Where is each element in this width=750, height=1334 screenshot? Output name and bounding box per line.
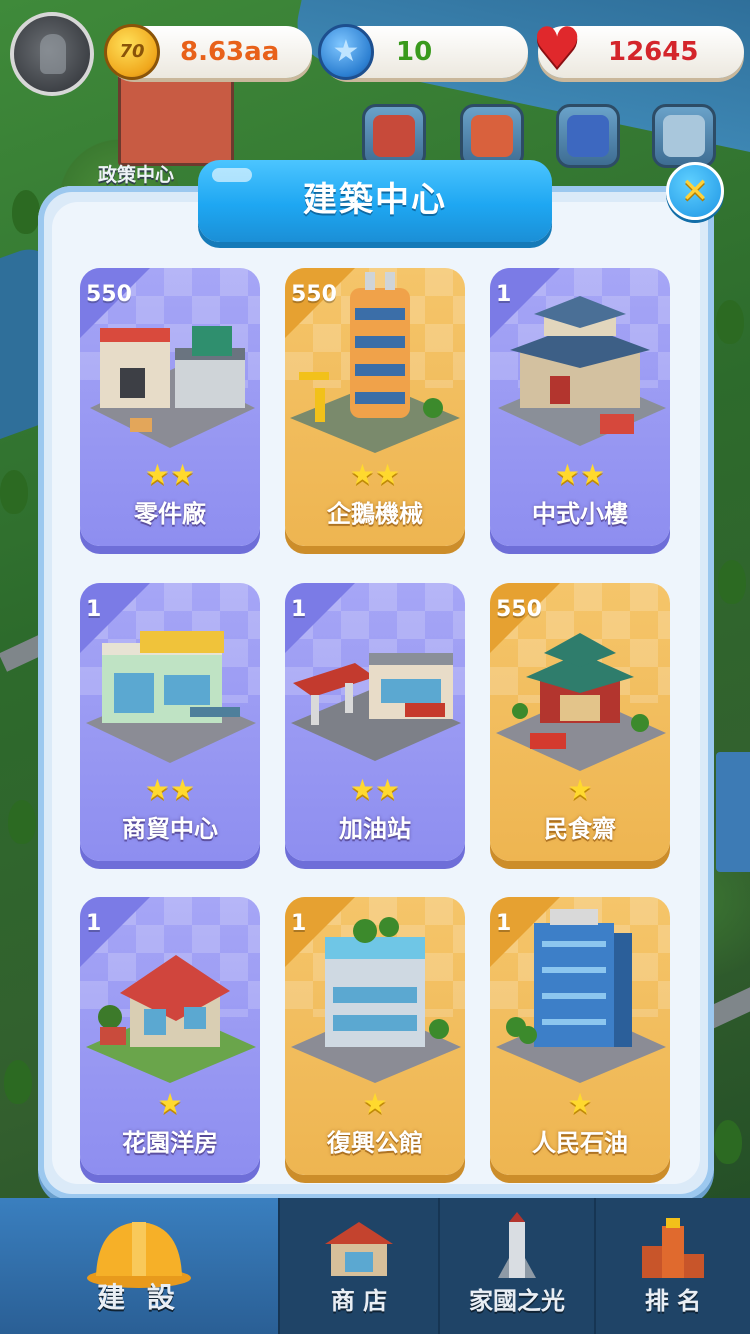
card-stars: ★★	[554, 458, 606, 491]
card-name: 人民石油	[532, 1129, 628, 1157]
nav-shop[interactable]: 商 店	[280, 1198, 438, 1334]
chinese-house-icon	[498, 296, 666, 446]
event-rocket-icon[interactable]	[556, 104, 620, 168]
garden-villa-icon	[86, 955, 256, 1083]
tree	[12, 190, 40, 234]
event-factory-icon[interactable]	[652, 104, 716, 168]
restaurant-icon	[496, 633, 666, 771]
card-stars: ★★	[349, 773, 401, 806]
card-stars: ★	[567, 1087, 593, 1120]
card-name: 零件廠	[134, 500, 206, 528]
card-stars: ★★	[144, 773, 196, 806]
building-card-peoples-oil[interactable]: 1 ★ 人民石油	[490, 897, 670, 1175]
building-card-penguin-machinery[interactable]: 550 ★★ 企鵝機械	[285, 268, 465, 546]
nav-home-light-label: 家國之光	[469, 1287, 565, 1315]
modal-title-bar: 建築中心	[198, 160, 552, 242]
nav-build[interactable]: 建 設	[0, 1198, 278, 1334]
building-card-trade-center[interactable]: 1 ★★ 商貿中心	[80, 583, 260, 861]
podium-icon	[642, 1218, 704, 1278]
tree	[0, 470, 28, 514]
card-name: 商貿中心	[122, 815, 218, 843]
building-card-restaurant[interactable]: 550 ★ 民食齋	[490, 583, 670, 861]
star-counter[interactable]: ★ 10	[318, 24, 528, 80]
coin-value: 8.63aa	[180, 37, 280, 67]
coin-counter[interactable]: 70 8.63aa	[104, 24, 312, 80]
tree	[718, 560, 746, 604]
revival-mansion-icon	[291, 917, 461, 1083]
close-icon: ✕	[680, 171, 710, 211]
card-name: 復興公館	[327, 1129, 423, 1157]
peoples-oil-icon	[496, 909, 666, 1083]
tree	[8, 800, 36, 844]
building-card-parts-factory[interactable]: 550 ★★ 零件廠	[80, 268, 260, 546]
event-70-icon[interactable]	[362, 104, 426, 168]
card-stars: ★★	[349, 458, 401, 491]
nav-rank[interactable]: 排 名	[596, 1198, 750, 1334]
building-label: 政策中心	[98, 164, 175, 186]
card-name: 民食齋	[544, 815, 616, 843]
heart-value: 12645	[608, 37, 699, 67]
building-card-gas-station[interactable]: 1 ★★ 加油站	[285, 583, 465, 861]
heart-icon: ♥	[532, 16, 583, 81]
nav-shop-label: 商 店	[330, 1287, 388, 1315]
event-handshake-icon[interactable]	[460, 104, 524, 168]
card-name: 企鵝機械	[327, 500, 423, 528]
nav-rank-label: 排 名	[644, 1287, 702, 1315]
tree	[714, 1120, 742, 1164]
shop-icon	[325, 1222, 393, 1276]
avatar-figure	[40, 34, 66, 74]
coin-icon: 70	[104, 24, 160, 80]
rocket-icon	[498, 1212, 536, 1278]
close-button[interactable]: ✕	[666, 162, 724, 220]
coin-icon-text: 70	[119, 41, 145, 62]
card-stars: ★	[567, 773, 593, 806]
side-building	[716, 752, 750, 872]
top-hud: 70 8.63aa ★ 10 ♥ 12645	[0, 0, 750, 100]
bottom-navigation: 建 設 商 店 家國之光 排 名	[0, 1198, 750, 1334]
heart-counter[interactable]: ♥ 12645	[532, 16, 744, 81]
building-card-garden-villa[interactable]: 1 ★ 花園洋房	[80, 897, 260, 1175]
modal-title: 建築中心	[303, 180, 447, 220]
building-card-revival-mansion[interactable]: 1 ★ 復興公館	[285, 897, 465, 1175]
trade-center-icon	[86, 631, 256, 763]
parts-factory-icon	[90, 326, 255, 448]
card-stars: ★★	[144, 458, 196, 491]
card-name: 加油站	[339, 815, 411, 843]
nav-build-label: 建 設	[97, 1281, 181, 1314]
building-card-chinese-house[interactable]: 1 ★★ 中式小樓	[490, 268, 670, 546]
card-name: 中式小樓	[532, 500, 628, 528]
player-avatar[interactable]	[10, 12, 94, 96]
card-stars: ★	[157, 1087, 183, 1120]
tree	[4, 1060, 32, 1104]
star-value: 10	[396, 37, 433, 67]
blue-star-icon: ★	[318, 24, 374, 80]
card-stars: ★	[362, 1087, 388, 1120]
tree	[716, 300, 744, 344]
nav-home-light[interactable]: 家國之光	[440, 1198, 594, 1334]
gas-station-icon	[291, 653, 461, 761]
card-name: 花園洋房	[122, 1129, 218, 1157]
penguin-machinery-icon	[290, 272, 460, 453]
